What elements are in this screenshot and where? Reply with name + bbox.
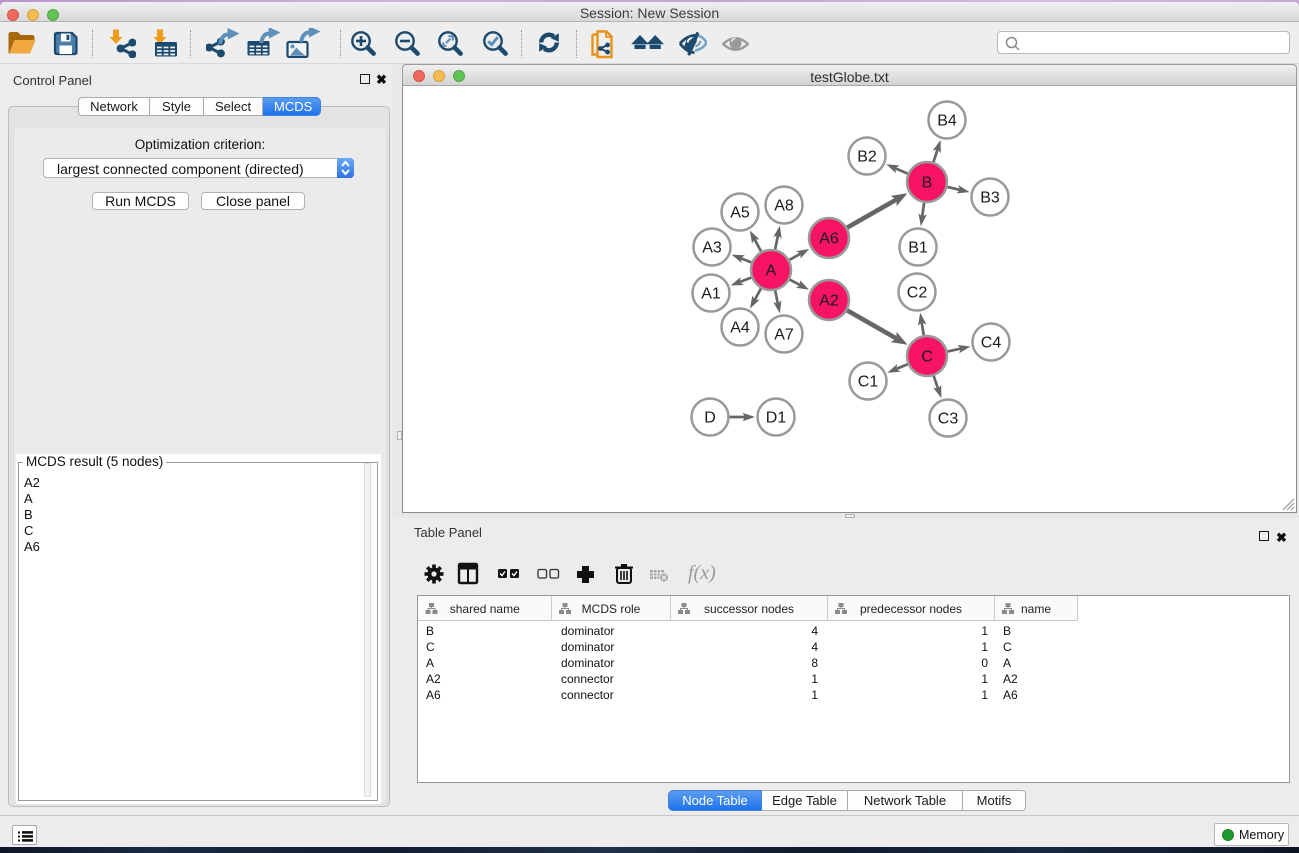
svg-text:A2: A2 [819, 293, 839, 310]
svg-text:A4: A4 [730, 320, 750, 337]
svg-text:B4: B4 [937, 113, 957, 130]
svg-text:B3: B3 [980, 190, 1000, 207]
svg-text:A3: A3 [702, 240, 722, 257]
svg-text:B2: B2 [857, 149, 877, 166]
svg-text:B: B [922, 175, 933, 192]
svg-text:C3: C3 [938, 411, 959, 428]
svg-text:C: C [921, 349, 933, 366]
svg-text:C2: C2 [907, 285, 928, 302]
svg-text:A: A [766, 263, 777, 280]
svg-text:C1: C1 [858, 374, 879, 391]
svg-text:C4: C4 [981, 335, 1002, 352]
svg-text:A8: A8 [774, 198, 794, 215]
svg-text:A1: A1 [701, 286, 721, 303]
svg-text:A7: A7 [774, 327, 794, 344]
svg-text:A6: A6 [819, 231, 839, 248]
svg-text:D: D [704, 410, 716, 427]
svg-text:D1: D1 [766, 410, 787, 427]
svg-text:B1: B1 [908, 240, 928, 257]
svg-text:A5: A5 [730, 205, 750, 222]
